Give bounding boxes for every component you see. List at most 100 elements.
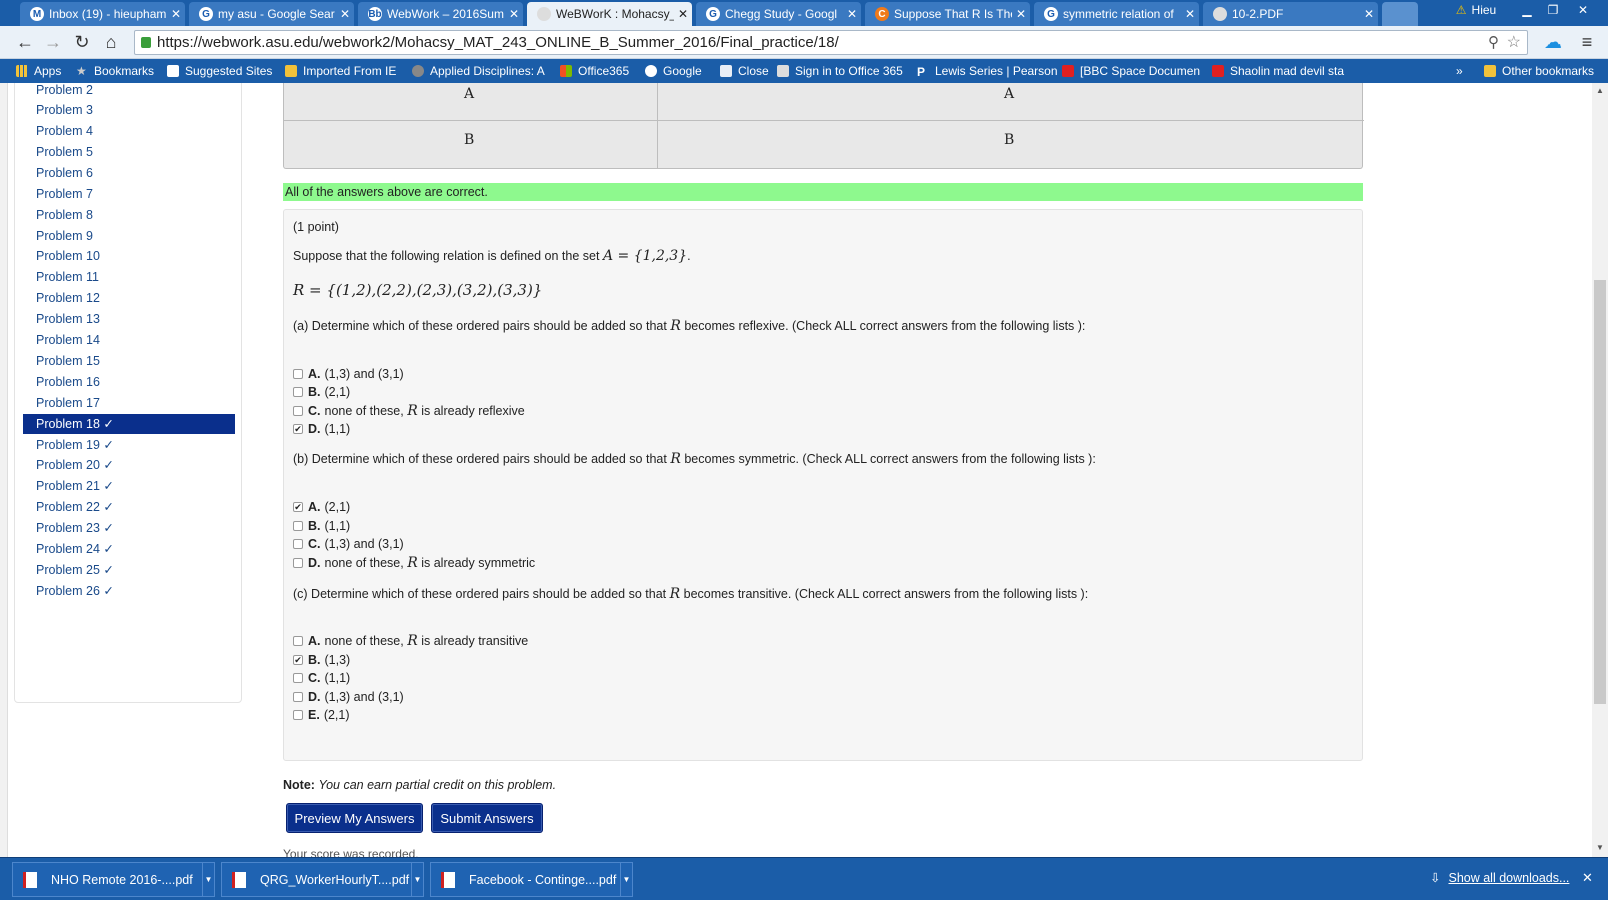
sidebar-item-problem-26[interactable]: Problem 26 ✓ [23,581,235,601]
checkbox[interactable] [293,539,303,549]
restore-icon[interactable]: ❐ [1540,0,1566,20]
chevron-down-icon[interactable]: ▼ [202,863,214,896]
sidebar-item-problem-3[interactable]: Problem 3 [23,100,235,120]
part-a-option-b[interactable]: B. (2,1) [293,384,350,400]
close-tab-icon[interactable]: ✕ [674,7,692,21]
sidebar-item-problem-18[interactable]: Problem 18 ✓ [23,414,235,434]
part-b-option-d[interactable]: D. none of these, R is already symmetric [293,555,535,571]
download-item[interactable]: Facebook - Continge....pdf ▼ [430,862,633,897]
sidebar-item-problem-24[interactable]: Problem 24 ✓ [23,539,235,559]
more-bookmarks-icon[interactable]: » [1456,62,1463,80]
checkbox[interactable] [293,673,303,683]
forward-icon[interactable]: → [42,31,64,53]
checkbox[interactable] [293,387,303,397]
preview-answers-button[interactable]: Preview My Answers [286,803,423,833]
tab-webwork-mohacsy[interactable]: WeBWorK : Mohacsy_ ✕ [527,2,692,26]
part-c-option-b[interactable]: ✔ B. (1,3) [293,652,350,668]
tab-inbox[interactable]: M Inbox (19) - hieupham ✕ [20,2,185,26]
checkbox[interactable] [293,521,303,531]
scroll-up-icon[interactable]: ▲ [1594,86,1606,96]
sidebar-item-problem-23[interactable]: Problem 23 ✓ [23,518,235,538]
sidebar-item-problem-6[interactable]: Problem 6 [23,163,235,183]
back-icon[interactable]: ← [14,31,36,53]
chevron-down-icon[interactable]: ▼ [411,863,423,896]
part-c-option-a[interactable]: A. none of these, R is already transitive [293,633,528,649]
bookmark-sign-in-office[interactable]: Sign in to Office 365 [777,62,903,80]
close-tab-icon[interactable]: ✕ [336,7,354,21]
sidebar-item-problem-4[interactable]: Problem 4 [23,121,235,141]
checkbox[interactable] [293,636,303,646]
bookmark-applied-disciplines[interactable]: Applied Disciplines: A [412,62,548,80]
sidebar-item-problem-10[interactable]: Problem 10 [23,246,235,266]
part-a-option-d[interactable]: ✔ D. (1,1) [293,421,350,437]
checkbox[interactable] [293,369,303,379]
sidebar-item-problem-11[interactable]: Problem 11 [23,267,235,287]
bookmark-bookmarks[interactable]: ★ Bookmarks [76,62,154,80]
reload-icon[interactable]: ↻ [71,31,93,53]
close-tab-icon[interactable]: ✕ [1360,7,1378,21]
menu-icon[interactable]: ≡ [1576,31,1598,53]
checkbox[interactable] [293,692,303,702]
sidebar-item-problem-9[interactable]: Problem 9 [23,226,235,246]
profile-button[interactable]: ⚠ Hieu [1448,0,1504,20]
tab-webwork-2016[interactable]: Bb WebWork – 2016Sum ✕ [358,2,523,26]
part-a-option-c[interactable]: C. none of these, R is already reflexive [293,403,525,419]
show-all-downloads-link[interactable]: ⇩ Show all downloads... [1430,870,1569,886]
close-tab-icon[interactable]: ✕ [1181,7,1199,21]
bookmark-imported-ie[interactable]: Imported From IE [285,62,396,80]
tab-my-asu[interactable]: Gmy asu - Google Sear ✕ [189,2,354,26]
checkbox[interactable] [293,406,303,416]
search-icon[interactable]: ⚲ [1488,33,1499,51]
download-item[interactable]: NHO Remote 2016-....pdf ▼ [12,862,215,897]
sidebar-item-problem-7[interactable]: Problem 7 [23,184,235,204]
checkbox[interactable] [293,558,303,568]
sidebar-item-problem-16[interactable]: Problem 16 [23,372,235,392]
checkbox-checked[interactable]: ✔ [293,502,303,512]
part-a-option-a[interactable]: A. (1,3) and (3,1) [293,366,404,382]
bookmark-apps[interactable]: Apps [16,62,61,80]
close-downloads-icon[interactable]: ✕ [1582,870,1593,886]
new-tab-button[interactable] [1382,2,1418,26]
chevron-down-icon[interactable]: ▼ [620,863,632,896]
tab-10-2-pdf[interactable]: 10-2.PDF ✕ [1203,2,1378,26]
close-tab-icon[interactable]: ✕ [1012,7,1030,21]
sidebar-item-problem-25[interactable]: Problem 25 ✓ [23,560,235,580]
sidebar-item-problem-21[interactable]: Problem 21 ✓ [23,476,235,496]
address-bar[interactable]: https://webwork.asu.edu/webwork2/Mohacsy… [134,30,1528,55]
sidebar-item-problem-17[interactable]: Problem 17 [23,393,235,413]
home-icon[interactable]: ⌂ [100,31,122,53]
sidebar-item-problem-13[interactable]: Problem 13 [23,309,235,329]
part-c-option-e[interactable]: E. (2,1) [293,707,350,723]
tab-suppose-r[interactable]: C Suppose That R Is The ✕ [865,2,1030,26]
close-tab-icon[interactable]: ✕ [843,7,861,21]
download-item[interactable]: QRG_WorkerHourlyT....pdf ▼ [221,862,424,897]
bookmark-other[interactable]: Other bookmarks [1484,62,1594,80]
checkbox[interactable] [293,710,303,720]
bookmark-office365[interactable]: Office365 [560,62,629,80]
sidebar-item-problem-8[interactable]: Problem 8 [23,205,235,225]
sidebar-item-problem-20[interactable]: Problem 20 ✓ [23,455,235,475]
sidebar-item-problem-5[interactable]: Problem 5 [23,142,235,162]
bookmark-google[interactable]: Google [645,62,702,80]
bookmark-suggested-sites[interactable]: Suggested Sites [167,62,272,80]
part-b-option-a[interactable]: ✔ A. (2,1) [293,499,350,515]
close-tab-icon[interactable]: ✕ [167,7,185,21]
checkbox-checked[interactable]: ✔ [293,424,303,434]
sidebar-item-problem-12[interactable]: Problem 12 [23,288,235,308]
minimize-icon[interactable]: ▁ [1514,0,1540,20]
star-icon[interactable]: ☆ [1507,32,1521,52]
scrollbar-thumb[interactable] [1594,280,1606,704]
sidebar-item-problem-14[interactable]: Problem 14 [23,330,235,350]
part-b-option-b[interactable]: B. (1,1) [293,518,350,534]
bookmark-close[interactable]: Close [720,62,769,80]
part-c-option-c[interactable]: C. (1,1) [293,670,350,686]
sidebar-item-problem-22[interactable]: Problem 22 ✓ [23,497,235,517]
sidebar-item-problem-2[interactable]: Problem 2 [23,83,235,100]
checkbox-checked[interactable]: ✔ [293,655,303,665]
close-window-icon[interactable]: ✕ [1566,0,1600,20]
sidebar-item-problem-19[interactable]: Problem 19 ✓ [23,435,235,455]
onedrive-icon[interactable]: ☁ [1542,31,1564,53]
submit-answers-button[interactable]: Submit Answers [431,803,543,833]
part-c-option-d[interactable]: D. (1,3) and (3,1) [293,689,404,705]
bookmark-lewis-series[interactable]: P Lewis Series | Pearson [917,62,1058,80]
